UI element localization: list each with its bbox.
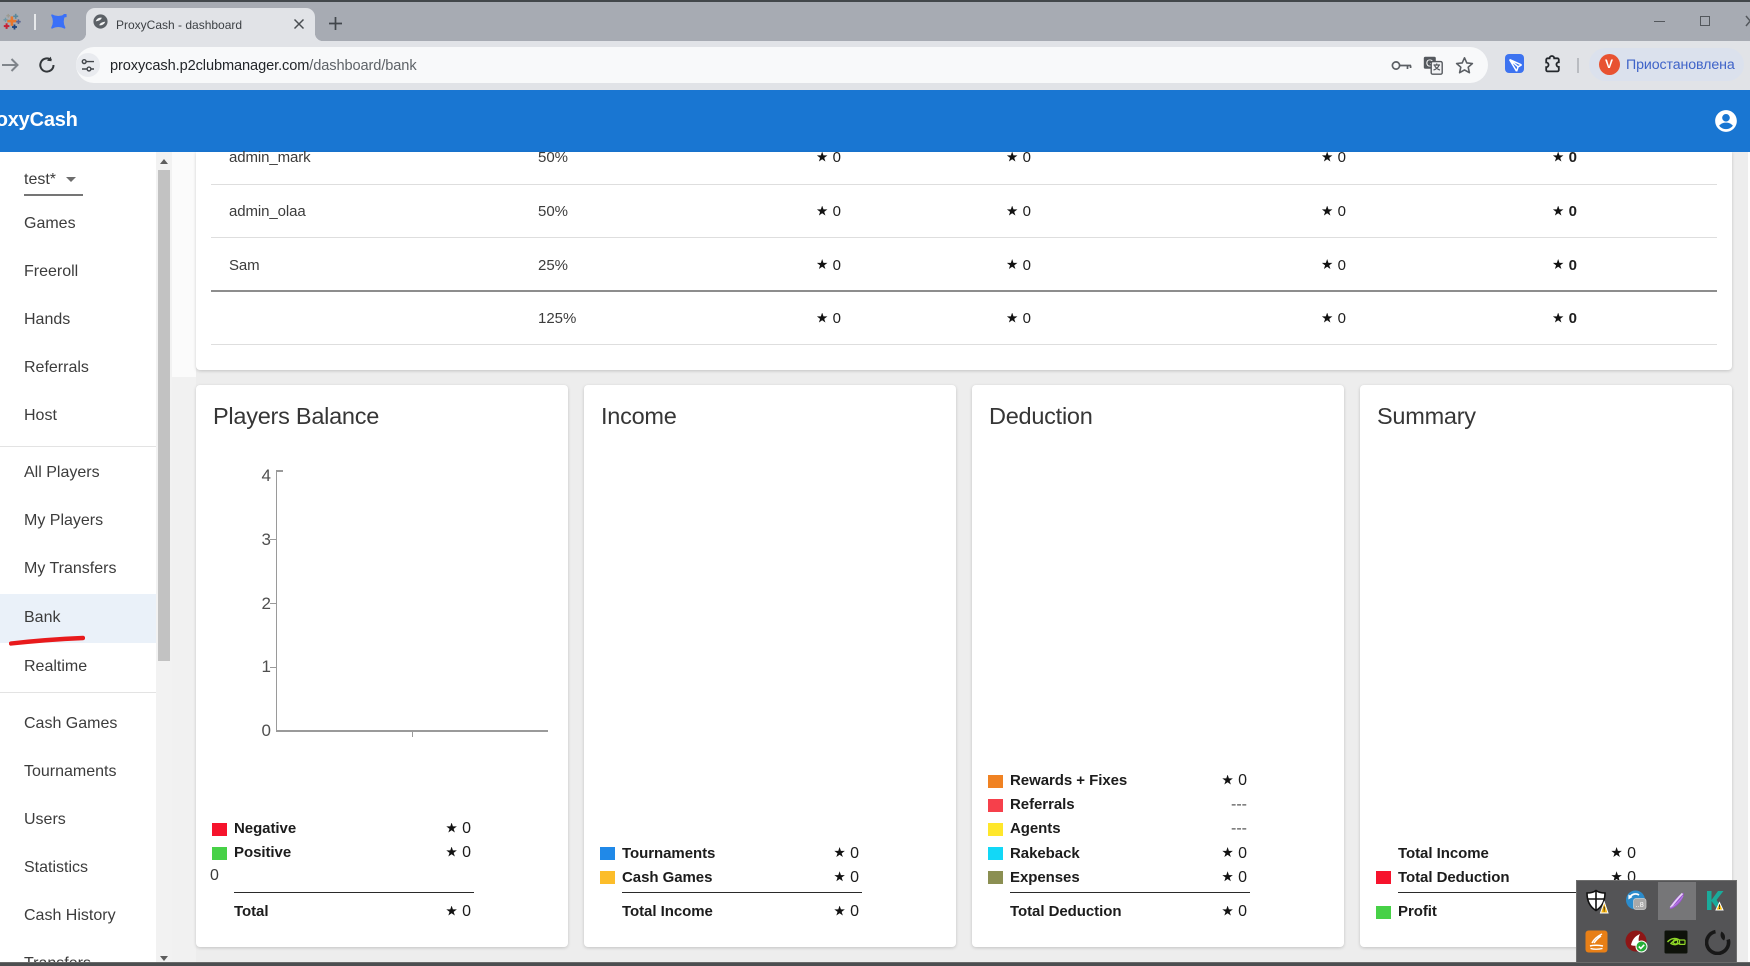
svg-text:..8: ..8 — [1636, 900, 1644, 909]
svg-text:!: ! — [1718, 904, 1720, 911]
svg-text:!: ! — [1603, 907, 1605, 914]
